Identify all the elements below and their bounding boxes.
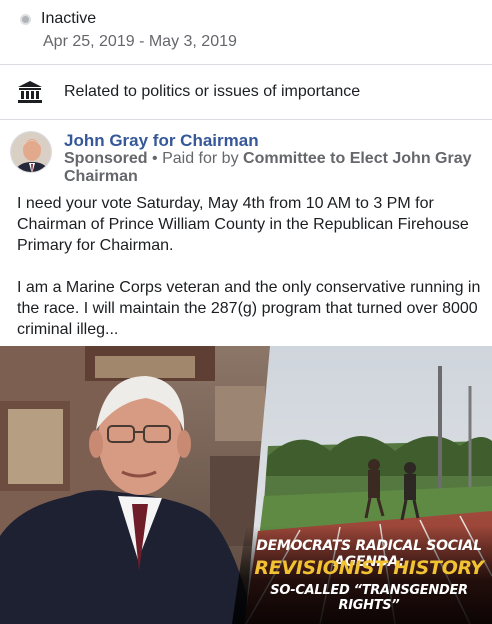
sponsored-label: Sponsored	[64, 150, 148, 167]
ad-body: I need your vote Saturday, May 4th from …	[17, 193, 487, 340]
status-row: Inactive	[20, 10, 96, 28]
government-building-icon	[18, 81, 42, 103]
date-range: Apr 25, 2019 - May 3, 2019	[43, 33, 237, 50]
ad-body-paragraph: I need your vote Saturday, May 4th from …	[17, 195, 469, 254]
ad-body-paragraph: I am a Marine Corps veteran and the only…	[17, 279, 481, 338]
page-name-link[interactable]: John Gray for Chairman	[64, 131, 484, 150]
category-label: Related to politics or issues of importa…	[64, 83, 361, 100]
category-row: Related to politics or issues of importa…	[17, 80, 360, 104]
image-caption-line-3: So-Called “Transgender Rights”	[270, 583, 468, 613]
avatar[interactable]	[10, 131, 52, 173]
paid-for-prefix: Paid for by	[162, 150, 239, 167]
image-caption-line-2: Revisionist History	[254, 557, 484, 579]
sponsor-line: Sponsored • Paid for by Committee to Ele…	[64, 150, 484, 186]
ad-header: John Gray for Chairman Sponsored • Paid …	[10, 131, 484, 186]
divider	[0, 64, 492, 65]
divider	[0, 119, 492, 120]
status-dot-icon	[20, 13, 31, 25]
separator-dot: •	[152, 150, 158, 167]
status-label: Inactive	[41, 10, 97, 27]
